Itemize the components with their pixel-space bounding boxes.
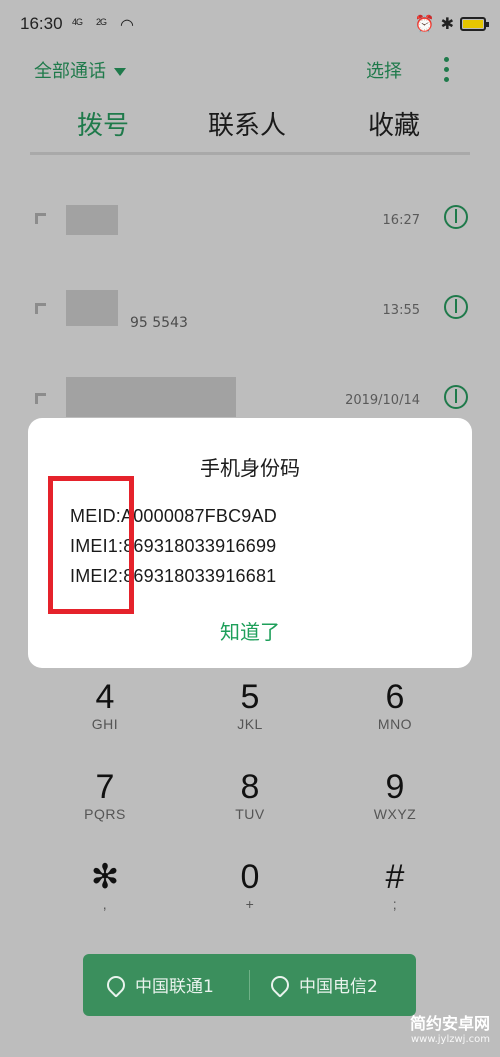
key-star[interactable]: ✻ , — [45, 858, 165, 912]
call-info-icon[interactable] — [444, 295, 468, 319]
key-digit: 6 — [385, 678, 405, 716]
signal-2g-icon: 2G — [96, 17, 107, 27]
key-digit: ✻ — [90, 858, 120, 896]
signal-4g-icon: 4G — [72, 17, 83, 27]
call-log-toolbar: 全部通话 选择 — [0, 55, 500, 85]
status-time: 16:30 — [20, 14, 63, 33]
call-time: 16:27 — [382, 213, 420, 228]
call-log-item[interactable]: 95 5543 13:55 — [0, 290, 500, 385]
select-button[interactable]: 选择 — [366, 57, 402, 83]
key-digit: # — [385, 858, 405, 896]
key-letters: + — [245, 896, 255, 912]
key-0[interactable]: 0 + — [190, 858, 310, 912]
watermark-logo: 简约安卓网 www.jylzwj.com — [410, 1010, 490, 1045]
highlight-annotation-box — [48, 476, 134, 614]
key-digit: 5 — [240, 678, 260, 716]
tab-favorites[interactable]: 收藏 — [368, 105, 420, 142]
key-letters: MNO — [377, 716, 413, 732]
tab-dialer[interactable]: 拨号 — [77, 105, 129, 142]
key-letters: TUV — [235, 806, 265, 822]
key-8[interactable]: 8 TUV — [190, 768, 310, 822]
blurred-contact — [66, 205, 118, 235]
alarm-icon: ⏰ — [414, 16, 435, 33]
call-sim2-button[interactable]: 中国电信2 — [267, 971, 378, 998]
main-tabs: 拨号 联系人 收藏 — [0, 105, 500, 149]
key-letters: GHI — [91, 716, 119, 732]
call-sim1-button[interactable]: 中国联通1 — [103, 971, 214, 998]
dial-bar-divider — [249, 970, 250, 1000]
key-letters: PQRS — [84, 806, 126, 822]
dialog-ok-button[interactable]: 知道了 — [28, 616, 472, 645]
key-digit: 0 — [240, 858, 260, 896]
battery-icon — [460, 17, 489, 31]
dial-bar: 中国联通1 中国电信2 — [83, 954, 416, 1016]
outgoing-call-icon — [35, 213, 46, 224]
call-time: 2019/10/14 — [345, 393, 420, 408]
key-letters: ; — [392, 896, 398, 912]
key-6[interactable]: 6 MNO — [335, 678, 455, 732]
key-9[interactable]: 9 WXYZ — [335, 768, 455, 822]
outgoing-call-icon — [35, 303, 46, 314]
tab-divider — [30, 152, 470, 155]
call-info-icon[interactable] — [444, 205, 468, 229]
key-letters: WXYZ — [373, 806, 417, 822]
sim1-label: 中国联通1 — [135, 977, 214, 997]
phone-sim1-icon — [103, 971, 129, 998]
key-5[interactable]: 5 JKL — [190, 678, 310, 732]
more-menu-icon[interactable] — [444, 57, 450, 87]
call-filter-label: 全部通话 — [34, 61, 106, 82]
sim2-label: 中国电信2 — [299, 977, 378, 997]
phone-sim2-icon — [267, 971, 293, 998]
blurred-contact — [66, 290, 118, 326]
watermark-url: www.jylzwj.com — [410, 1034, 490, 1045]
key-digit: 8 — [240, 768, 260, 806]
tab-contacts[interactable]: 联系人 — [208, 105, 286, 142]
call-number: 95 5543 — [130, 315, 188, 331]
key-digit: 7 — [95, 768, 115, 806]
call-info-icon[interactable] — [444, 385, 468, 409]
phone-screen: 16:30 4G 2G ◠ ⏰ ✱ 全部通话 选择 拨号 联系人 收藏 16:2… — [0, 0, 500, 1057]
wifi-icon: ◠ — [120, 17, 134, 34]
watermark-brand: 简约安卓网 — [409, 1014, 490, 1033]
key-letters: JKL — [237, 716, 263, 732]
blurred-contact — [66, 377, 236, 417]
key-4[interactable]: 4 GHI — [45, 678, 165, 732]
caret-down-icon — [114, 68, 126, 76]
call-log-item[interactable]: 16:27 — [0, 205, 500, 295]
call-filter-dropdown[interactable]: 全部通话 — [34, 57, 126, 83]
key-7[interactable]: 7 PQRS — [45, 768, 165, 822]
bluetooth-icon: ✱ — [440, 16, 454, 33]
call-time: 13:55 — [382, 303, 420, 318]
missed-call-icon — [35, 393, 46, 404]
key-hash[interactable]: # ; — [335, 858, 455, 912]
key-letters: , — [102, 896, 108, 912]
status-bar: 16:30 4G 2G ◠ ⏰ ✱ — [0, 0, 500, 50]
key-digit: 4 — [95, 678, 115, 716]
key-digit: 9 — [385, 768, 405, 806]
